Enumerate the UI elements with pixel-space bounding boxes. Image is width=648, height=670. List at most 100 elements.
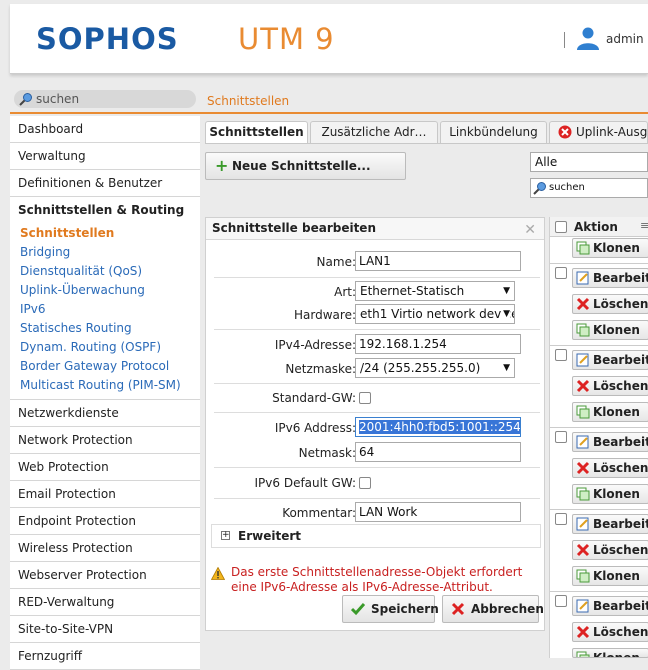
menu-search-input[interactable]: suchen [14, 90, 196, 108]
clone-icon [576, 405, 590, 419]
clone-button[interactable]: Klonen [572, 648, 648, 658]
nav-item-schnittstellen-routing[interactable]: Schnittstellen & Routing [10, 197, 200, 224]
tab-label: Uplink-Ausg [576, 125, 648, 139]
ipv4-label: IPv4-Adresse: [274, 338, 356, 352]
row-checkbox[interactable] [555, 431, 567, 443]
nav-item-dashboard[interactable]: Dashboard [10, 116, 200, 143]
nav-sub-bgp[interactable]: Border Gateway Protocol [10, 357, 200, 376]
clone-button[interactable]: Klonen [572, 402, 648, 422]
divider [550, 509, 648, 510]
row-checkbox[interactable] [555, 513, 567, 525]
nav-item-web-protection[interactable]: Web Protection [10, 454, 200, 481]
hardware-select[interactable]: eth1 Virtio network device ▼ [355, 304, 515, 324]
edit-button[interactable]: Bearbeite [572, 596, 648, 616]
tab-schnittstellen[interactable]: Schnittstellen [205, 121, 308, 143]
tab-uplink-ausgleich[interactable]: Uplink-Ausg [549, 121, 648, 143]
netmask-label: Netzmaske: [285, 362, 356, 376]
netmask-select[interactable]: /24 (255.255.255.0) ▼ [355, 358, 515, 378]
divider [550, 345, 648, 346]
delete-button[interactable]: Löschen [572, 294, 648, 314]
nav-sub-static-routing[interactable]: Statisches Routing [10, 319, 200, 338]
breadcrumb: Schnittstellen [207, 94, 290, 108]
edit-button[interactable]: Bearbeite [572, 514, 648, 534]
edit-button[interactable]: Bearbeite [572, 268, 648, 288]
nav-sub-bridging[interactable]: Bridging [10, 243, 200, 262]
edit-label: Bearbeite [593, 517, 648, 531]
nav-sub-multicast[interactable]: Multicast Routing (PIM-SM) [10, 376, 200, 395]
row-checkbox[interactable] [555, 349, 567, 361]
select-all-checkbox[interactable] [555, 221, 567, 233]
tab-linkbuendelung[interactable]: Linkbündelung [440, 121, 547, 143]
nav-item-red[interactable]: RED-Verwaltung [10, 589, 200, 616]
delete-button[interactable]: Löschen [572, 622, 648, 642]
standard-gw-checkbox[interactable] [359, 392, 371, 404]
row-checkbox[interactable] [555, 267, 567, 279]
nav-sub-qos[interactable]: Dienstqualität (QoS) [10, 262, 200, 281]
type-label: Art: [334, 285, 356, 299]
filter-search-placeholder: suchen [549, 182, 585, 193]
user-name-link[interactable]: admin [606, 32, 644, 46]
ipv6-address-field[interactable]: 2001:4hh0:fbd5:1001::254 [355, 417, 521, 437]
edit-button[interactable]: Bearbeite [572, 350, 648, 370]
nav-item-email-protection[interactable]: Email Protection [10, 481, 200, 508]
advanced-section-toggle[interactable]: + Erweitert [211, 524, 541, 548]
ipv6-netmask-field[interactable]: 64 [355, 442, 521, 462]
search-icon [19, 93, 32, 106]
clone-button[interactable]: Klonen [572, 320, 648, 340]
tab-bar-divider [205, 143, 648, 144]
menu-icon[interactable]: ≡ [640, 219, 648, 232]
delete-label: Löschen [593, 543, 648, 557]
nav-item-wireless-protection[interactable]: Wireless Protection [10, 535, 200, 562]
nav-sub-ospf[interactable]: Dynam. Routing (OSPF) [10, 338, 200, 357]
comment-field[interactable]: LAN Work [355, 502, 521, 522]
delete-button[interactable]: Löschen [572, 376, 648, 396]
warning-message: Das erste Schnittstellenadresse-Objekt e… [231, 565, 523, 594]
divider [10, 112, 200, 114]
list-header-action: Aktion [574, 220, 618, 234]
delete-button[interactable]: Löschen [572, 540, 648, 560]
delete-button[interactable]: Löschen [572, 458, 648, 478]
nav-item-site-to-site-vpn[interactable]: Site-to-Site-VPN [10, 616, 200, 643]
ipv6-default-gw-checkbox[interactable] [359, 477, 371, 489]
edit-label: Bearbeite [593, 435, 648, 449]
nav-item-fernzugriff[interactable]: Fernzugriff [10, 643, 200, 670]
user-icon[interactable] [576, 26, 600, 50]
error-icon [558, 125, 572, 139]
new-interface-button[interactable]: + Neue Schnittstelle... [205, 152, 406, 180]
nav-item-webserver-protection[interactable]: Webserver Protection [10, 562, 200, 589]
name-field[interactable]: LAN1 [355, 251, 521, 271]
nav-sub-ipv6[interactable]: IPv6 [10, 300, 200, 319]
nav-item-netzwerkdienste[interactable]: Netzwerkdienste [10, 400, 200, 427]
search-icon [533, 182, 546, 195]
close-icon[interactable]: ✕ [524, 220, 536, 241]
nav-item-endpoint-protection[interactable]: Endpoint Protection [10, 508, 200, 535]
tab-zusaetzliche-adressen[interactable]: Zusätzliche Adr… [310, 121, 438, 143]
type-select[interactable]: Ethernet-Statisch ▼ [355, 281, 515, 301]
cancel-button[interactable]: Abbrechen [442, 595, 544, 623]
clone-button[interactable]: Klonen [572, 566, 648, 586]
clone-label: Klonen [593, 405, 640, 419]
edit-label: Bearbeite [593, 353, 648, 367]
filter-search-input[interactable]: suchen [530, 178, 648, 198]
plus-icon: + [215, 156, 229, 175]
edit-button[interactable]: Bearbeite [572, 432, 648, 452]
clone-button[interactable]: Klonen [572, 238, 648, 258]
nav-item-definitionen[interactable]: Definitionen & Benutzer [10, 170, 200, 197]
delete-icon [576, 543, 590, 557]
nav-subgroup: Schnittstellen Bridging Dienstqualität (… [10, 224, 200, 400]
delete-icon [576, 379, 590, 393]
filter-select[interactable]: Alle [530, 152, 648, 172]
nav-item-verwaltung[interactable]: Verwaltung [10, 143, 200, 170]
edit-label: Bearbeite [593, 599, 648, 613]
divider [550, 427, 648, 428]
name-label: Name: [316, 255, 356, 269]
save-button[interactable]: Speichern [342, 595, 439, 623]
row-checkbox[interactable] [555, 595, 567, 607]
clone-button[interactable]: Klonen [572, 484, 648, 504]
divider [214, 277, 540, 278]
ipv4-address-field[interactable]: 192.168.1.254 [355, 334, 521, 354]
list-header: Aktion ≡ [550, 217, 648, 237]
nav-sub-uplink[interactable]: Uplink-Überwachung [10, 281, 200, 300]
nav-sub-schnittstellen[interactable]: Schnittstellen [10, 224, 200, 243]
nav-item-network-protection[interactable]: Network Protection [10, 427, 200, 454]
